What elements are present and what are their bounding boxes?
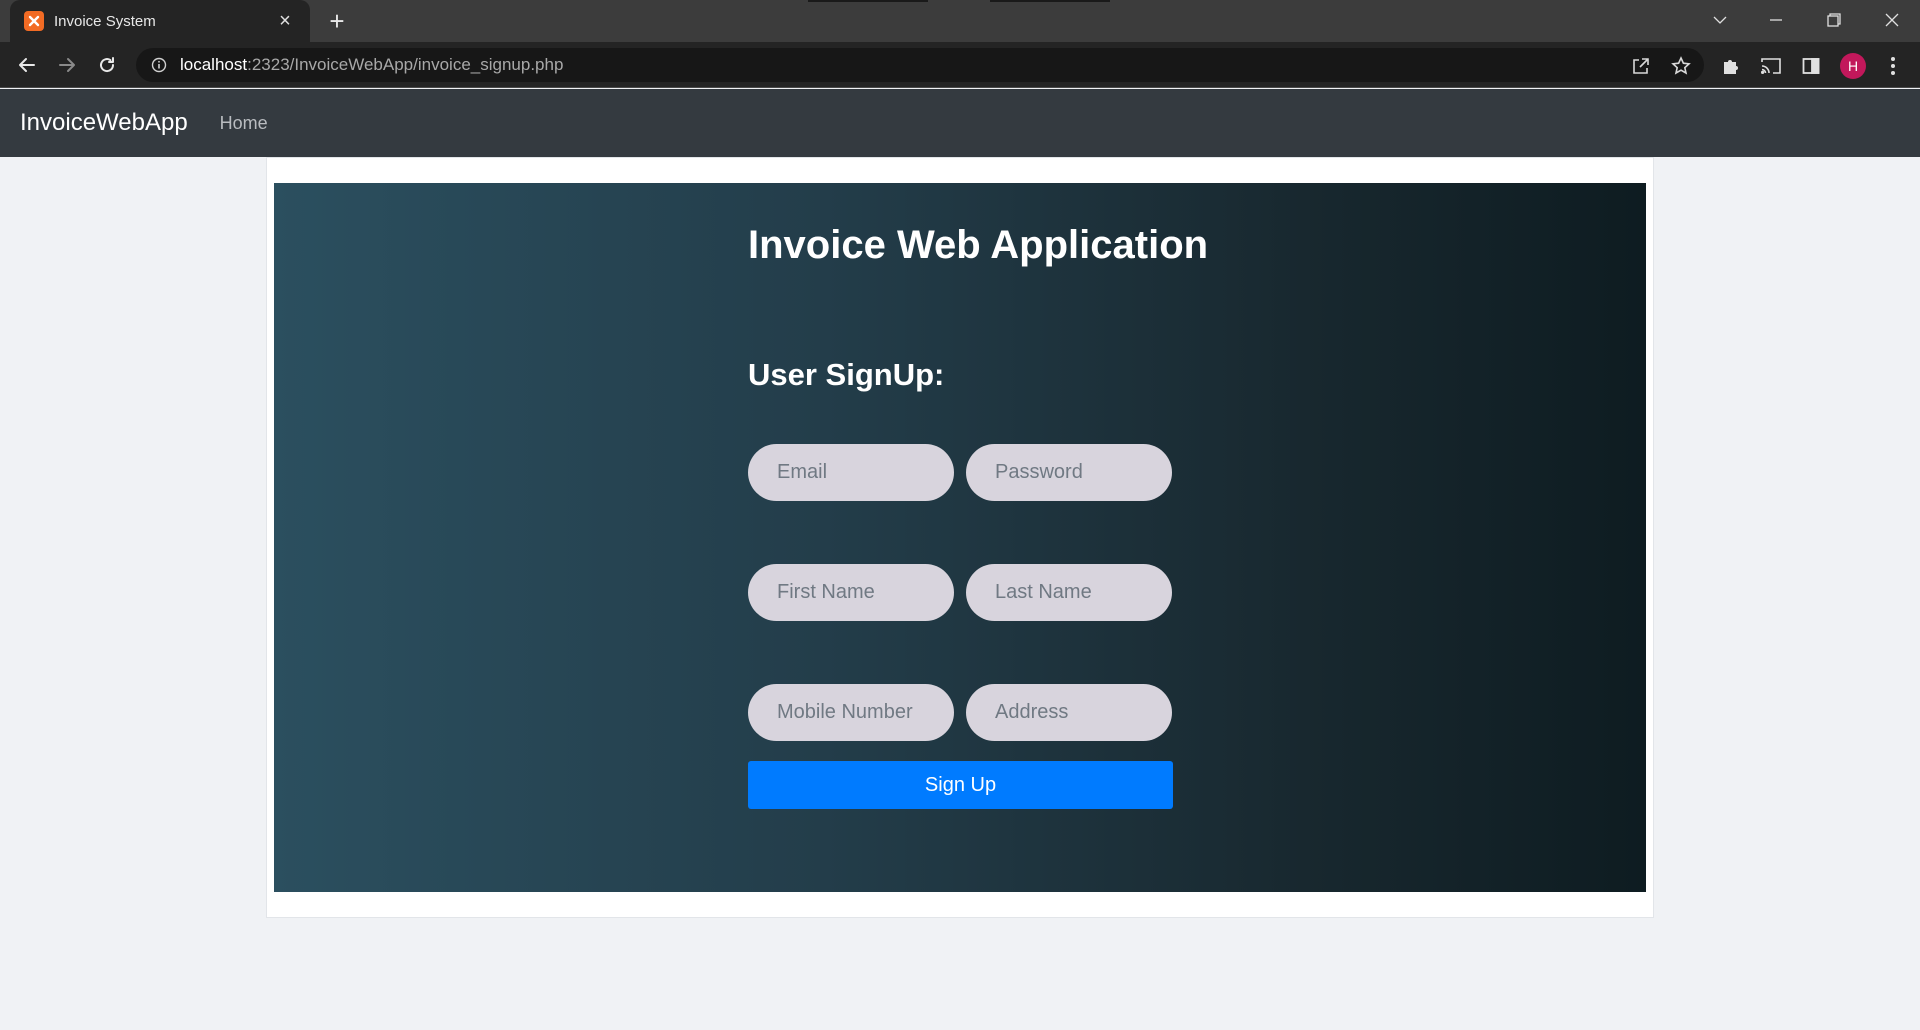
new-tab-plus-icon[interactable]: + — [322, 8, 352, 34]
navbar-brand[interactable]: InvoiceWebApp — [20, 109, 188, 137]
close-window-icon[interactable] — [1864, 0, 1920, 40]
browser-tab[interactable]: Invoice System × — [10, 0, 310, 42]
address-bar[interactable]: localhost:2323/InvoiceWebApp/invoice_sig… — [136, 48, 1704, 82]
site-info-icon[interactable] — [150, 56, 168, 74]
forward-arrow-icon[interactable] — [52, 50, 82, 80]
reload-icon[interactable] — [92, 50, 122, 80]
xampp-favicon-icon — [24, 11, 44, 31]
side-panel-icon[interactable] — [1800, 55, 1822, 77]
share-icon[interactable] — [1630, 55, 1652, 77]
strip-divider — [990, 0, 1110, 2]
tab-search-chevron-icon[interactable] — [1692, 0, 1748, 40]
extensions-puzzle-icon[interactable] — [1720, 55, 1742, 77]
minimize-icon[interactable] — [1748, 0, 1804, 40]
form-heading: User SignUp: — [748, 357, 945, 392]
restore-icon[interactable] — [1806, 0, 1862, 40]
page-title: Invoice Web Application — [748, 223, 1209, 267]
mobile-number-input[interactable] — [748, 684, 954, 741]
tab-close-icon[interactable]: × — [274, 10, 296, 32]
strip-divider — [808, 0, 928, 2]
profile-avatar[interactable]: H — [1840, 53, 1866, 79]
address-input[interactable] — [966, 684, 1172, 741]
url-path: :2323/InvoiceWebApp/invoice_signup.php — [247, 55, 564, 74]
cast-icon[interactable] — [1760, 55, 1782, 77]
bookmark-star-icon[interactable] — [1670, 55, 1692, 77]
signup-button[interactable]: Sign Up — [748, 761, 1173, 809]
last-name-input[interactable] — [966, 564, 1172, 621]
menu-kebab-icon[interactable] — [1882, 55, 1904, 77]
tab-title: Invoice System — [54, 12, 156, 30]
url-host: localhost — [180, 55, 248, 74]
email-input[interactable] — [748, 444, 954, 501]
first-name-input[interactable] — [748, 564, 954, 621]
app-navbar: InvoiceWebApp Home — [0, 89, 1920, 157]
back-arrow-icon[interactable] — [12, 50, 42, 80]
browser-tab-strip: Invoice System × + — [0, 0, 1920, 42]
nav-link-home[interactable]: Home — [220, 113, 268, 134]
password-input[interactable] — [966, 444, 1172, 501]
browser-toolbar: localhost:2323/InvoiceWebApp/invoice_sig… — [0, 42, 1920, 88]
